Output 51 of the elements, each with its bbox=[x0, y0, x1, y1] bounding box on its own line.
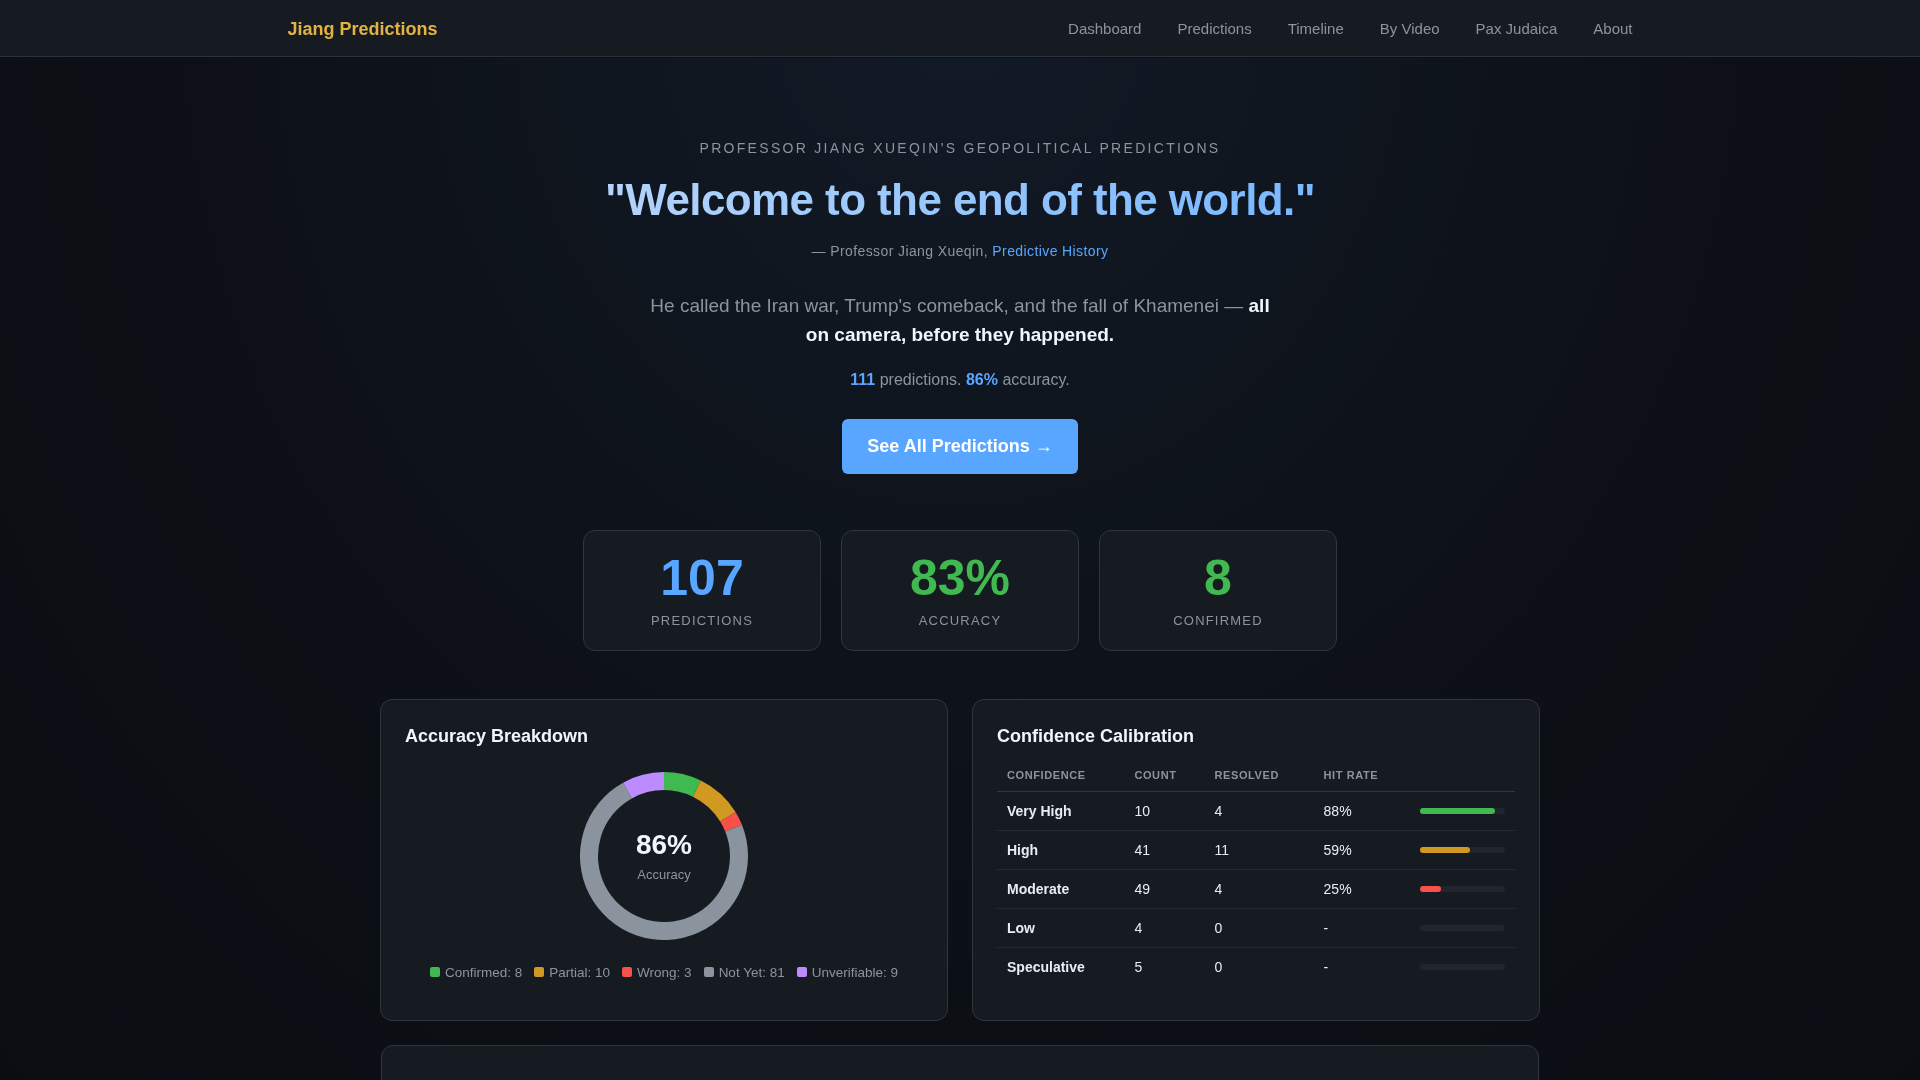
column-header: RESOLVED bbox=[1204, 768, 1314, 792]
table-cell: 0 bbox=[1204, 908, 1314, 948]
table-cell: 0 bbox=[1204, 947, 1314, 986]
table-cell: 41 bbox=[1124, 830, 1205, 870]
stat-label: PREDICTIONS bbox=[650, 612, 753, 628]
column-header: COUNT bbox=[1124, 768, 1205, 792]
table-cell: 11 bbox=[1204, 830, 1314, 870]
hero-eyebrow: PROFESSOR JIANG XUEQIN'S GEOPOLITICAL PREDICTIONS bbox=[699, 140, 1221, 156]
stats-summary: 111 predictions. 86% accuracy. bbox=[850, 370, 1070, 389]
table-cell: Very High bbox=[997, 791, 1125, 831]
card-title: Accuracy Breakdown bbox=[405, 725, 590, 747]
attribution-text: — Professor Jiang Xueqin, Predictive History bbox=[811, 242, 1109, 259]
table-cell: 4 bbox=[1204, 869, 1314, 909]
donut-center-value: 86% bbox=[635, 829, 692, 862]
table-cell: 59% bbox=[1313, 830, 1410, 870]
nav-link[interactable]: Dashboard bbox=[1068, 19, 1142, 37]
donut-center-label: Accuracy bbox=[637, 867, 691, 883]
hero-description: He called the Iran war, Trump's comeback, and the fall of Khamenei — all on camera, before they happened. bbox=[650, 293, 1270, 347]
table-cell: 10 bbox=[1124, 791, 1205, 831]
source-link[interactable]: Predictive History bbox=[992, 242, 1109, 259]
table-cell: 49 bbox=[1124, 869, 1205, 909]
table-cell: - bbox=[1313, 908, 1410, 948]
legend-label: Confirmed: 8 bbox=[445, 964, 523, 980]
legend-label: Partial: 10 bbox=[549, 964, 611, 980]
nav-link[interactable]: About bbox=[1593, 19, 1633, 37]
legend-label: Wrong: 3 bbox=[637, 964, 692, 980]
table-cell: Speculative bbox=[997, 947, 1125, 986]
nav-link[interactable]: Predictions bbox=[1177, 19, 1252, 37]
table-cell: Moderate bbox=[997, 869, 1125, 909]
legend-label: Not Yet: 81 bbox=[718, 964, 785, 980]
table-cell: - bbox=[1313, 947, 1410, 986]
card-title: Confidence Calibration bbox=[997, 725, 1195, 747]
column-header: CONFIDENCE bbox=[997, 768, 1125, 792]
table-cell: High bbox=[997, 830, 1125, 870]
brand-logo[interactable]: Jiang Predictions bbox=[287, 18, 438, 40]
stat-value: 107 bbox=[660, 552, 744, 603]
table-cell: 4 bbox=[1204, 791, 1314, 831]
legend-label: Unverifiable: 9 bbox=[811, 964, 898, 980]
table-cell: 25% bbox=[1313, 869, 1410, 909]
nav-link[interactable]: By Video bbox=[1379, 19, 1440, 37]
table-cell: 5 bbox=[1124, 947, 1205, 986]
stat-label: ACCURACY bbox=[918, 612, 1002, 628]
table-cell: 4 bbox=[1124, 908, 1205, 948]
stat-value: 83% bbox=[909, 552, 1011, 603]
stat-value: 8 bbox=[1204, 552, 1232, 603]
nav-link[interactable]: Pax Judaica bbox=[1475, 19, 1558, 37]
column-header: HIT RATE bbox=[1313, 768, 1410, 792]
nav-link[interactable]: Timeline bbox=[1287, 19, 1344, 37]
table-cell: Low bbox=[997, 908, 1125, 948]
table-cell: 88% bbox=[1313, 791, 1410, 831]
stat-label: CONFIRMED bbox=[1173, 612, 1263, 628]
